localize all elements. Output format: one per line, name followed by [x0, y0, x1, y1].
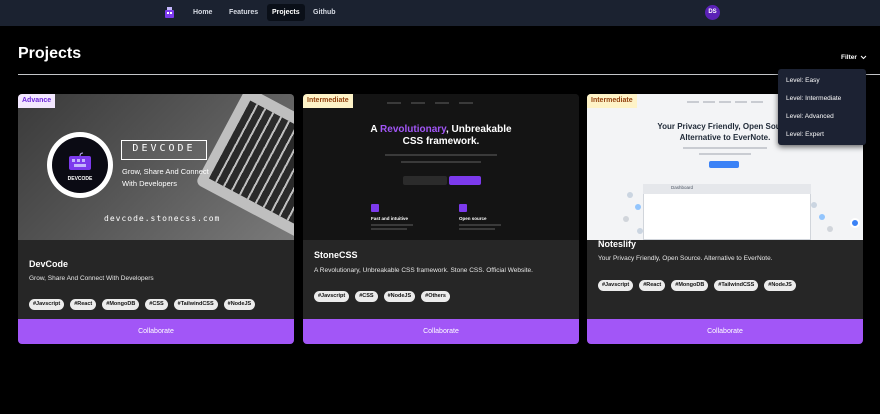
- preview-nav-item: [435, 102, 449, 104]
- filter-label: Filter: [841, 54, 857, 61]
- preview-subtext: [699, 153, 751, 155]
- preview-headline-line2: CSS framework.: [402, 136, 480, 147]
- project-title: DevCode: [29, 259, 69, 269]
- preview-nav-item: [387, 102, 401, 104]
- brand-tagline-line1: Grow, Share And Connect: [122, 167, 209, 176]
- nav-link-features[interactable]: Features: [224, 4, 263, 21]
- filter-option-expert[interactable]: Level: Expert: [778, 126, 866, 144]
- project-card-stonecss: A Revolutionary, Unbreakable CSS framewo…: [303, 94, 579, 344]
- preview-button: [709, 161, 739, 168]
- nav-link-projects[interactable]: Projects: [267, 4, 305, 21]
- tag: #React: [70, 299, 97, 310]
- project-image-stonecss: A Revolutionary, Unbreakable CSS framewo…: [303, 94, 579, 240]
- preview-nav-item: [735, 101, 747, 103]
- tag-list: #Javscript #React #MongoDB #TailwindCSS …: [598, 280, 796, 291]
- tag: #Javscript: [314, 291, 350, 302]
- collaborate-button[interactable]: Collaborate: [587, 319, 863, 344]
- filter-button[interactable]: Filter: [841, 54, 867, 61]
- decor-dot: [819, 214, 825, 220]
- tag: #Javscript: [598, 280, 634, 291]
- preview-subtext: [401, 161, 481, 163]
- keyboard-logo-icon: [69, 152, 91, 170]
- top-navbar: Home Features Projects Github DS: [0, 0, 880, 26]
- filter-option-advanced[interactable]: Level: Advanced: [778, 108, 866, 126]
- feature-title: Fast and intuitive: [371, 216, 409, 221]
- preview-button: [449, 176, 481, 185]
- tag: #React: [639, 280, 666, 291]
- filter-dropdown-menu: Level: Easy Level: Intermediate Level: A…: [778, 69, 866, 145]
- preview-nav-item: [703, 101, 715, 103]
- feature-text: [459, 224, 501, 226]
- project-description: A Revolutionary, Unbreakable CSS framewo…: [314, 267, 533, 274]
- brand-tagline-line2: With Developers: [122, 179, 178, 188]
- preview-nav-item: [459, 102, 473, 104]
- app-logo-icon[interactable]: [164, 7, 175, 19]
- user-avatar[interactable]: DS: [705, 5, 720, 20]
- project-description: Grow, Share And Connect With Developers: [29, 275, 154, 282]
- feature-title: Open source: [459, 216, 487, 221]
- feature-text: [371, 228, 407, 230]
- level-badge: Advance: [18, 94, 56, 108]
- tag: #TailwindCSS: [714, 280, 759, 291]
- preview-subtext: [385, 154, 497, 156]
- tag-list: #Javscript #React #MongoDB #CSS #Tailwin…: [29, 299, 256, 310]
- project-image-devcode: DEVCODE DEVCODE Grow, Share And Connect …: [18, 94, 294, 240]
- decor-dot: [635, 204, 641, 210]
- page-title: Projects: [18, 45, 82, 62]
- project-card-devcode: DEVCODE DEVCODE Grow, Share And Connect …: [18, 94, 294, 344]
- filter-option-intermediate[interactable]: Level: Intermediate: [778, 90, 866, 108]
- tag-list: #Javscript #CSS #NodeJS #Others: [314, 291, 450, 302]
- tag: #CSS: [145, 299, 168, 310]
- preview-fab: [850, 218, 860, 228]
- preview-input: [403, 176, 447, 185]
- project-title: StoneCSS: [314, 250, 358, 260]
- project-description: Your Privacy Friendly, Open Source. Alte…: [598, 255, 773, 262]
- preview-nav-item: [751, 101, 763, 103]
- tag: #NodeJS: [223, 299, 256, 310]
- project-title: Noteslify: [598, 239, 637, 249]
- feature-text: [459, 228, 495, 230]
- brand-name: DEVCODE: [132, 143, 196, 154]
- decor-dot: [627, 192, 633, 198]
- preview-headline: A Revolutionary, Unbreakable: [370, 124, 512, 135]
- tag: #NodeJS: [383, 291, 416, 302]
- level-badge: Intermediate: [587, 94, 637, 108]
- preview-nav-item: [719, 101, 731, 103]
- tag: #TailwindCSS: [173, 299, 218, 310]
- preview-nav-item: [411, 102, 425, 104]
- nav-link-github[interactable]: Github: [308, 4, 341, 21]
- level-badge: Intermediate: [303, 94, 353, 108]
- preview-nav-item: [687, 101, 699, 103]
- header-divider: [18, 74, 880, 75]
- preview-subtext: [683, 147, 767, 149]
- decor-dot: [637, 228, 643, 234]
- nav-link-home[interactable]: Home: [188, 4, 217, 21]
- logo-text: DEVCODE: [67, 176, 93, 182]
- chevron-down-icon: [860, 55, 867, 60]
- feature-icon: [371, 204, 379, 212]
- filter-option-easy[interactable]: Level: Easy: [778, 72, 866, 90]
- tag: #MongoDB: [671, 280, 709, 291]
- feature-icon: [459, 204, 467, 212]
- decor-dot: [623, 216, 629, 222]
- brand-url: devcode.stonecss.com: [104, 214, 221, 223]
- decor-dot: [811, 202, 817, 208]
- collaborate-button[interactable]: Collaborate: [18, 319, 294, 344]
- preview-app-bar: [643, 184, 811, 194]
- tag: #NodeJS: [764, 280, 796, 291]
- preview-app-label: Dashboard: [671, 185, 694, 190]
- feature-text: [371, 224, 413, 226]
- tag: #MongoDB: [102, 299, 140, 310]
- tag: #Others: [421, 291, 450, 302]
- tag: #CSS: [355, 291, 378, 302]
- collaborate-button[interactable]: Collaborate: [303, 319, 579, 344]
- tag: #Javscript: [29, 299, 65, 310]
- decor-dot: [827, 226, 833, 232]
